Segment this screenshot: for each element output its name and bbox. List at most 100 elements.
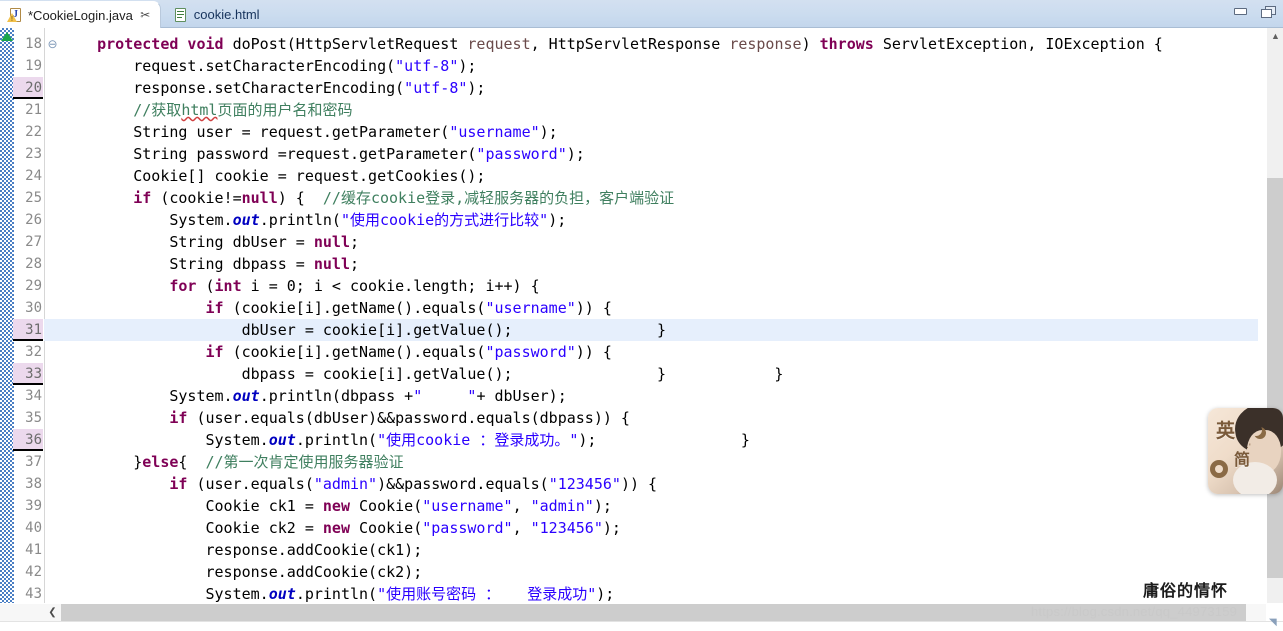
- code-token: " ": [413, 387, 477, 405]
- code-token: "使用cookie ：登录成功。": [377, 431, 579, 449]
- code-token: String user = request.getParameter(: [61, 123, 450, 141]
- ime-language-toggle[interactable]: 英: [1216, 416, 1235, 443]
- code-token: "username": [485, 299, 576, 317]
- code-line[interactable]: if (cookie!=null) { //缓存cookie登录,减轻服务器的负…: [61, 187, 1258, 209]
- line-number: 23: [25, 146, 42, 162]
- code-token: ServletException, IOException {: [873, 35, 1163, 53]
- code-token: System.: [61, 431, 269, 449]
- java-file-warning-icon: !: [7, 7, 23, 23]
- code-line[interactable]: }else{ //第一次肯定使用服务器验证: [61, 451, 1258, 473]
- line-number: 25: [25, 190, 42, 206]
- code-token: "username": [449, 123, 540, 141]
- code-token: System.: [61, 387, 233, 405]
- code-line[interactable]: dbpass = cookie[i].getValue(); } }: [61, 363, 1258, 385]
- restore-icon[interactable]: [1261, 5, 1277, 19]
- code-line[interactable]: System.out.println("使用cookie ：登录成功。"); }: [61, 429, 1258, 451]
- line-number: 20: [13, 77, 43, 99]
- code-line[interactable]: response.addCookie(ck1);: [61, 539, 1258, 561]
- folding-column[interactable]: ⊖: [45, 28, 61, 603]
- code-token: , HttpServletResponse: [530, 35, 730, 53]
- code-token: Cookie[] cookie = request.getCookies();: [61, 167, 486, 185]
- code-line[interactable]: System.out.println(dbpass +" "+ dbUser);: [61, 385, 1258, 407]
- code-line[interactable]: if (cookie[i].getName().equals("password…: [61, 341, 1258, 363]
- line-number: 22: [25, 124, 42, 140]
- line-number: 33: [13, 363, 43, 385]
- tab-cookie-html[interactable]: cookie.html: [161, 1, 274, 28]
- vertical-scrollbar-thumb[interactable]: [1267, 178, 1283, 578]
- code-editor[interactable]: 18 19 20 21 22 23 24 25 26 27 28 29 30 31 32 33 34 35 36 37…: [0, 28, 1283, 603]
- code-line[interactable]: protected void doPost(HttpServletRequest…: [61, 33, 1258, 55]
- resize-grip-icon[interactable]: ◥: [1269, 618, 1281, 630]
- line-number: 38: [25, 476, 42, 492]
- code-line[interactable]: String dbUser = null;: [61, 231, 1258, 253]
- code-line[interactable]: if (user.equals("admin")&&password.equal…: [61, 473, 1258, 495]
- code-token: doPost(HttpServletRequest: [232, 35, 468, 53]
- code-line[interactable]: response.addCookie(ck2);: [61, 561, 1258, 583]
- scroll-left-arrow-icon[interactable]: ❮: [44, 604, 61, 621]
- code-line[interactable]: response.setCharacterEncoding("utf-8");: [61, 77, 1258, 99]
- code-token: .println(: [295, 431, 378, 449]
- code-token: "使用cookie的方式进行比较": [340, 211, 549, 229]
- code-token: "username": [422, 497, 513, 515]
- code-token: int: [214, 277, 242, 295]
- code-line[interactable]: String dbpass = null;: [61, 253, 1258, 275]
- line-number: 41: [25, 542, 42, 558]
- code-line[interactable]: Cookie ck1 = new Cookie("username", "adm…: [61, 495, 1258, 517]
- code-line[interactable]: System.out.println("使用cookie的方式进行比较");: [61, 209, 1258, 231]
- code-token: for: [169, 277, 197, 295]
- tab-close-icon[interactable]: ✂: [139, 9, 152, 21]
- code-token: .println(dbpass +: [259, 387, 414, 405]
- code-token: //第一次肯定使用服务器验证: [205, 453, 404, 471]
- code-token: );: [548, 211, 567, 229]
- code-token: ,: [512, 519, 531, 537]
- current-line-highlight: [44, 319, 61, 341]
- line-number: 32: [25, 344, 42, 360]
- line-number-gutter: 18 19 20 21 22 23 24 25 26 27 28 29 30 31 32 33 34 35 36 37…: [13, 28, 44, 603]
- code-token: if: [205, 343, 224, 361]
- ime-floating-panel[interactable]: 英 简 ·': [1208, 408, 1283, 494]
- minimize-icon[interactable]: [1233, 5, 1249, 19]
- collapse-all-marker-icon[interactable]: [1, 32, 13, 41]
- code-token: else: [142, 453, 179, 471]
- code-area[interactable]: protected void doPost(HttpServletRequest…: [61, 28, 1258, 603]
- code-token: (: [196, 277, 215, 295]
- code-line[interactable]: System.out.println("使用账号密码 ： 登录成功");: [61, 583, 1258, 603]
- code-token: )) {: [575, 299, 612, 317]
- code-token: );: [596, 585, 615, 603]
- code-line[interactable]: if (cookie[i].getName().equals("username…: [61, 297, 1258, 319]
- fold-collapse-icon[interactable]: ⊖: [46, 33, 59, 55]
- code-line[interactable]: Cookie ck2 = new Cookie("password", "123…: [61, 517, 1258, 539]
- scroll-up-arrow-icon[interactable]: ▲: [1267, 28, 1283, 45]
- line-number: 31: [13, 319, 43, 341]
- vertical-scrollbar[interactable]: ▲: [1266, 28, 1283, 603]
- code-line[interactable]: //获取html页面的用户名和密码: [61, 99, 1258, 121]
- gear-icon[interactable]: [1210, 460, 1228, 478]
- code-token: //获取: [133, 101, 182, 119]
- bottom-strip: [0, 621, 1283, 631]
- code-line[interactable]: String password =request.getParameter("p…: [61, 143, 1258, 165]
- code-line[interactable]: for (int i = 0; i < cookie.length; i++) …: [61, 275, 1258, 297]
- code-line[interactable]: String user = request.getParameter("user…: [61, 121, 1258, 143]
- code-token: String dbUser =: [61, 233, 314, 251]
- code-line[interactable]: request.setCharacterEncoding("utf-8");: [61, 55, 1258, 77]
- code-token: "使用账号密码 ： 登录成功": [377, 585, 597, 603]
- code-line[interactable]: if (user.equals(dbUser)&&password.equals…: [61, 407, 1258, 429]
- tab-label: *CookieLogin.java: [28, 7, 133, 23]
- code-line[interactable]: Cookie[] cookie = request.getCookies();: [61, 165, 1258, 187]
- code-token: out: [232, 387, 260, 405]
- code-token: request.setCharacterEncoding(: [61, 57, 396, 75]
- line-number: 18: [25, 36, 42, 52]
- code-token: ;: [350, 255, 360, 273]
- code-token: (cookie!=: [151, 189, 242, 207]
- code-token: html: [181, 101, 218, 119]
- window-controls: [1233, 5, 1277, 19]
- annotation-ruler[interactable]: [0, 28, 14, 603]
- code-line[interactable]: dbUser = cookie[i].getValue(); }: [61, 319, 1258, 341]
- code-token: );: [458, 57, 477, 75]
- code-token: Cookie ck2 =: [61, 519, 323, 537]
- tab-cookielogin-java[interactable]: ! *CookieLogin.java ✂: [0, 1, 161, 28]
- code-token: )&&password.equals(: [377, 475, 549, 493]
